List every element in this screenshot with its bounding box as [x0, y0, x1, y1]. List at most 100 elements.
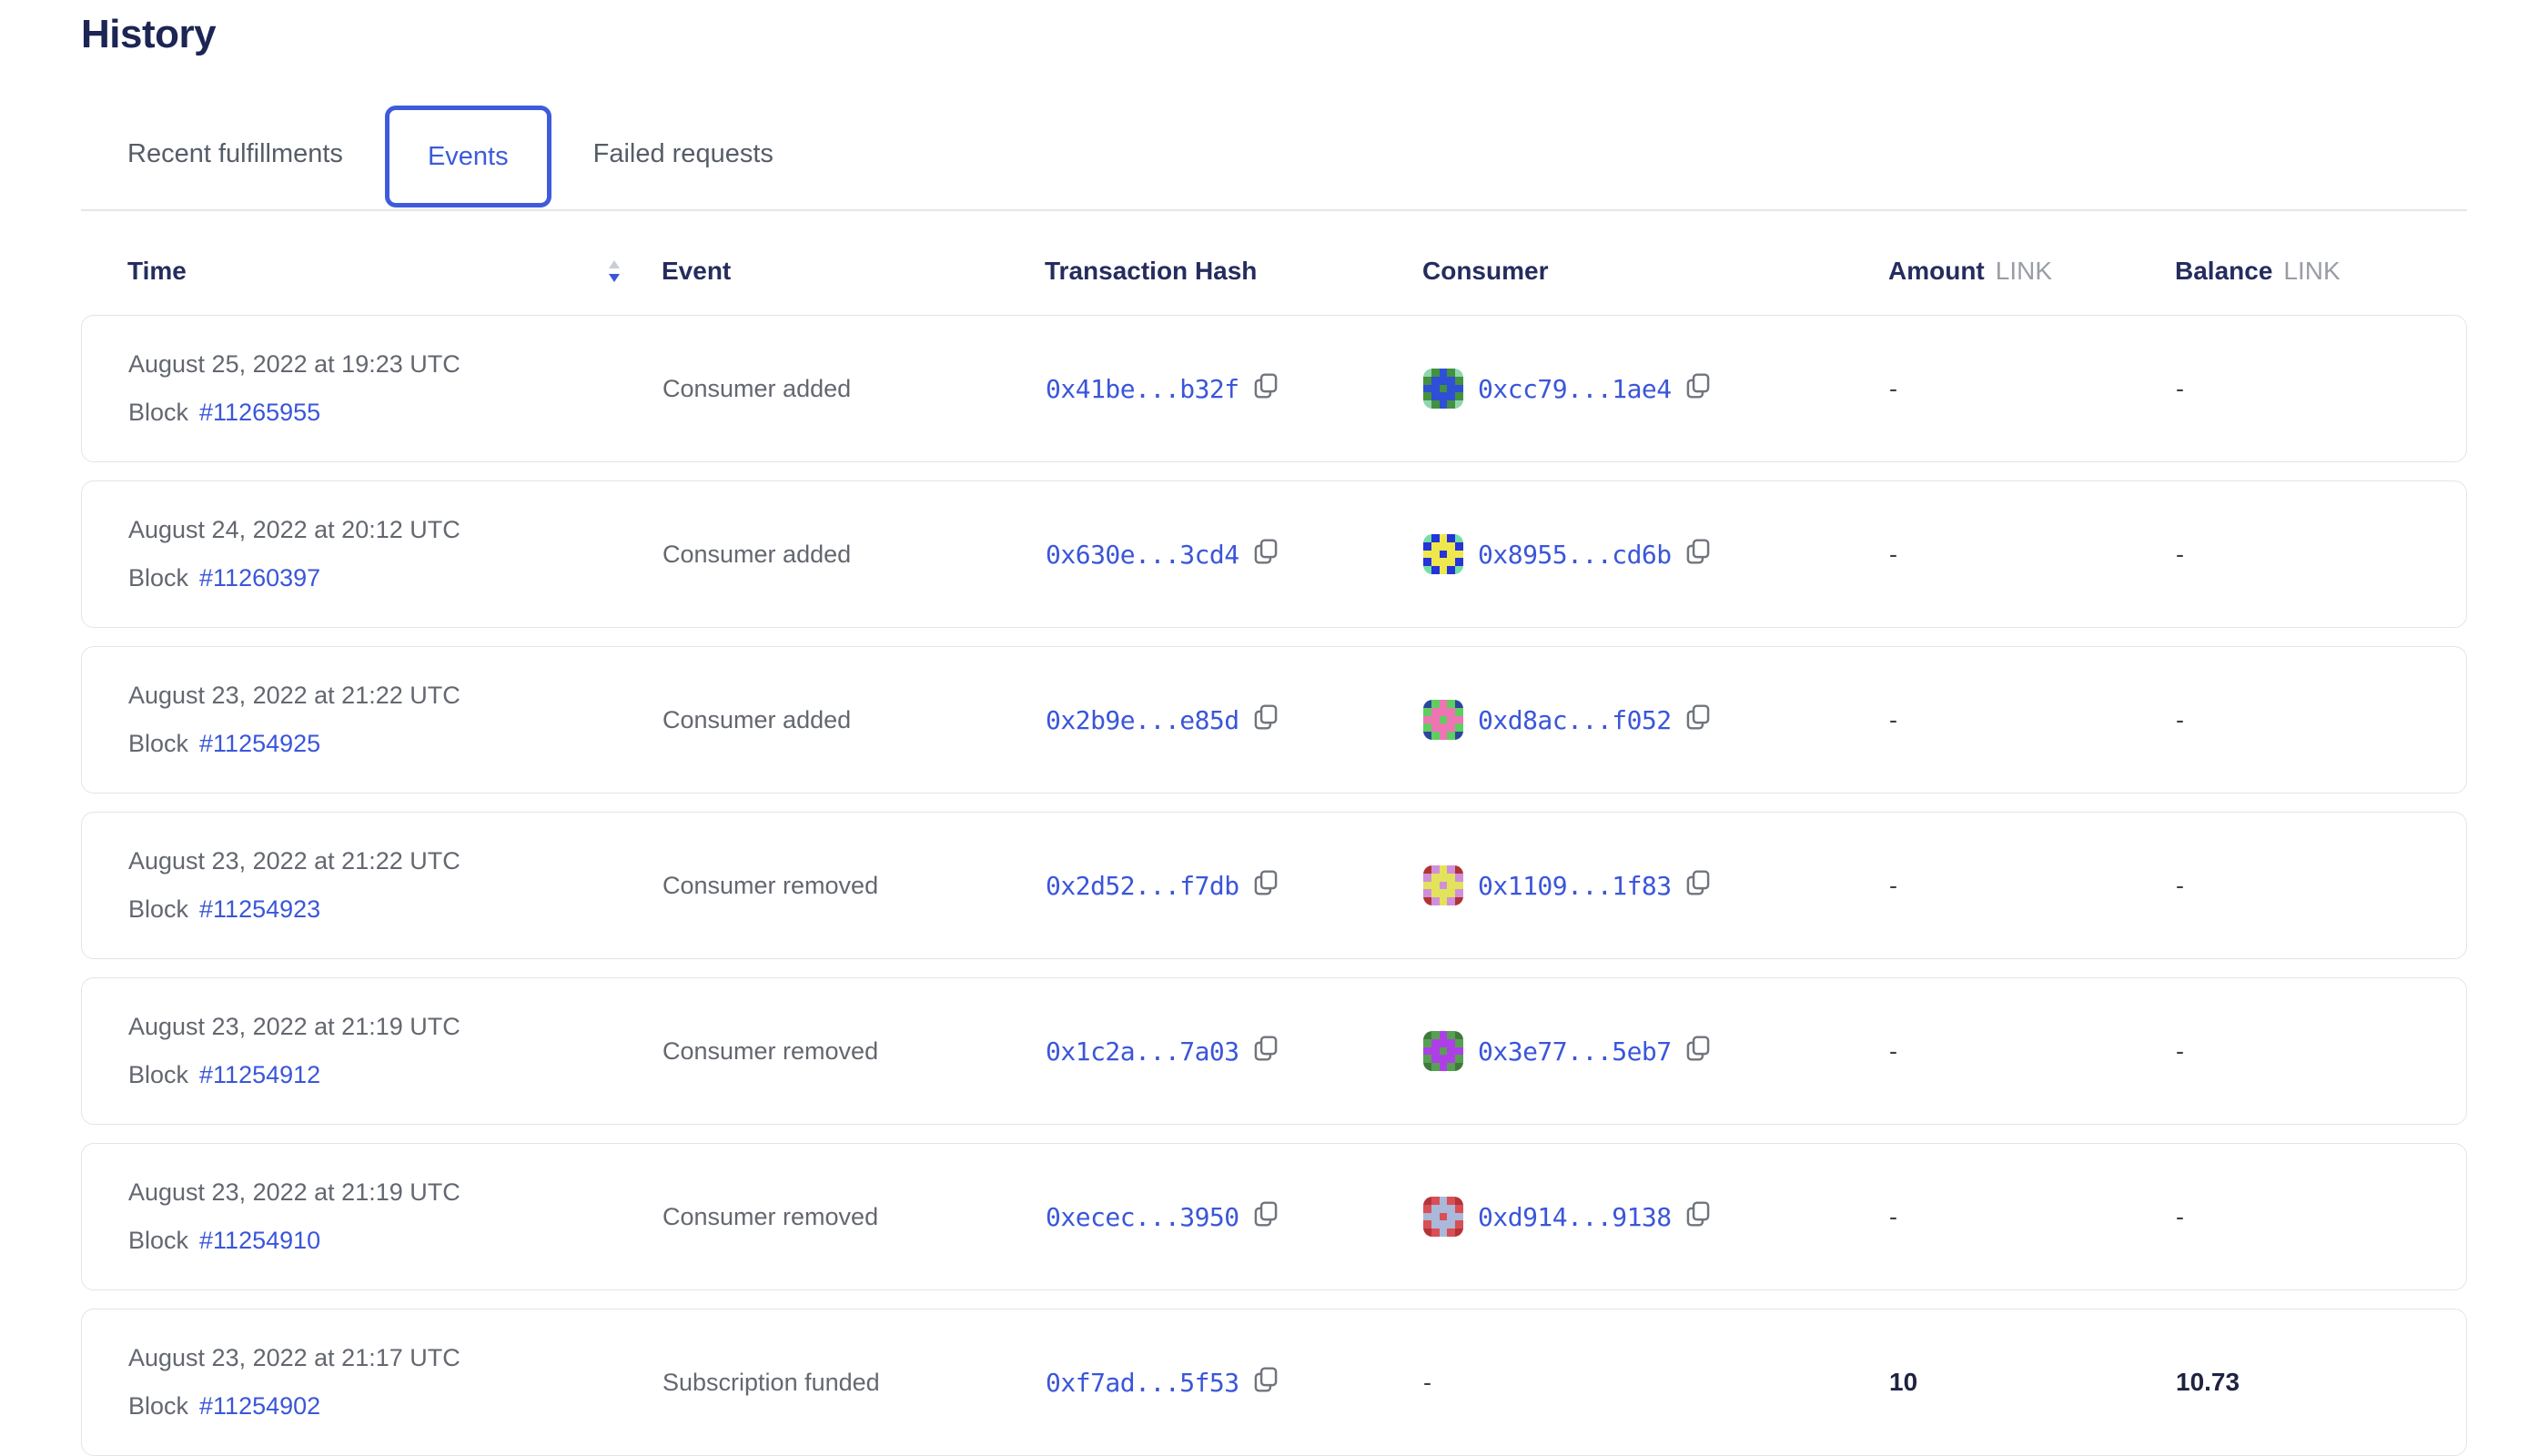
transaction-hash-link[interactable]: 0x630e...3cd4	[1046, 540, 1239, 570]
time-header-label: Time	[127, 257, 187, 286]
time-cell: August 24, 2022 at 20:12 UTC Block #1126…	[128, 516, 662, 592]
event-date: August 23, 2022 at 21:19 UTC	[128, 1178, 460, 1207]
copy-icon[interactable]	[1252, 1034, 1279, 1069]
event-type: Consumer added	[662, 706, 1046, 734]
column-header-event: Event	[662, 257, 1045, 286]
block-line: Block #11254925	[128, 730, 320, 758]
table-header: Time Event Transaction Hash Consumer Amo…	[81, 246, 2467, 297]
copy-icon[interactable]	[1684, 1199, 1712, 1235]
event-date: August 25, 2022 at 19:23 UTC	[128, 350, 460, 379]
copy-icon[interactable]	[1252, 1365, 1279, 1400]
amount-value: -	[1889, 872, 2176, 900]
balance-value: -	[2176, 541, 2468, 569]
event-type: Consumer added	[662, 375, 1046, 403]
event-type: Subscription funded	[662, 1369, 1046, 1397]
transaction-hash-cell: 0x41be...b32f	[1046, 371, 1423, 407]
consumer-address-link[interactable]: 0x8955...cd6b	[1478, 540, 1672, 570]
block-label: Block	[128, 895, 188, 924]
consumer-avatar	[1423, 369, 1463, 409]
consumer-cell: 0x3e77...5eb7	[1423, 1031, 1889, 1071]
consumer-cell: 0xd914...9138	[1423, 1197, 1889, 1237]
column-header-transaction-hash: Transaction Hash	[1045, 257, 1422, 286]
consumer-cell: 0x1109...1f83	[1423, 865, 1889, 905]
block-number-link[interactable]: #11254902	[199, 1392, 320, 1421]
tab-recent-fulfillments[interactable]: Recent fulfillments	[127, 139, 343, 169]
consumer-address-link[interactable]: 0xd8ac...f052	[1478, 705, 1672, 735]
tab-events[interactable]: Events	[385, 106, 551, 207]
balance-value: -	[2176, 872, 2468, 900]
copy-icon[interactable]	[1684, 1034, 1712, 1069]
table-row: August 23, 2022 at 21:22 UTC Block #1125…	[81, 812, 2467, 959]
copy-icon[interactable]	[1684, 371, 1712, 407]
copy-icon[interactable]	[1684, 537, 1712, 572]
transaction-hash-cell: 0xecec...3950	[1046, 1199, 1423, 1235]
table-row: August 25, 2022 at 19:23 UTC Block #1126…	[81, 315, 2467, 462]
balance-value: -	[2176, 375, 2468, 403]
consumer-cell: 0xcc79...1ae4	[1423, 369, 1889, 409]
history-tabs: Recent fulfillments Events Failed reques…	[81, 98, 2467, 211]
event-type: Consumer added	[662, 541, 1046, 569]
tab-failed-requests[interactable]: Failed requests	[593, 139, 774, 169]
block-label: Block	[128, 1392, 188, 1421]
consumer-avatar	[1423, 534, 1463, 574]
amount-header-label: Amount	[1888, 257, 1985, 286]
amount-value: -	[1889, 1203, 2176, 1231]
table-row: August 23, 2022 at 21:17 UTC Block #1125…	[81, 1309, 2467, 1456]
event-date: August 23, 2022 at 21:22 UTC	[128, 682, 460, 710]
event-date: August 23, 2022 at 21:22 UTC	[128, 847, 460, 875]
block-number-link[interactable]: #11260397	[199, 564, 320, 592]
event-date: August 23, 2022 at 21:17 UTC	[128, 1344, 460, 1372]
balance-value: -	[2176, 1037, 2468, 1066]
balance-value: -	[2176, 1203, 2468, 1231]
event-date: August 23, 2022 at 21:19 UTC	[128, 1013, 460, 1041]
copy-icon[interactable]	[1684, 868, 1712, 904]
block-number-link[interactable]: #11254910	[199, 1227, 320, 1255]
block-line: Block #11265955	[128, 399, 320, 427]
transaction-hash-link[interactable]: 0x41be...b32f	[1046, 374, 1239, 404]
sort-arrows-icon[interactable]	[605, 258, 623, 285]
table-row: August 24, 2022 at 20:12 UTC Block #1126…	[81, 480, 2467, 628]
transaction-hash-link[interactable]: 0xf7ad...5f53	[1046, 1368, 1239, 1398]
transaction-hash-link[interactable]: 0xecec...3950	[1046, 1202, 1239, 1232]
copy-icon[interactable]	[1252, 537, 1279, 572]
consumer-address-link[interactable]: 0xcc79...1ae4	[1478, 374, 1672, 404]
consumer-address-link[interactable]: 0xd914...9138	[1478, 1202, 1672, 1232]
block-number-link[interactable]: #11254912	[199, 1061, 320, 1089]
block-label: Block	[128, 1227, 188, 1255]
copy-icon[interactable]	[1252, 371, 1279, 407]
block-line: Block #11254912	[128, 1061, 320, 1089]
block-label: Block	[128, 1061, 188, 1089]
block-number-link[interactable]: #11254923	[199, 895, 320, 924]
transaction-hash-cell: 0x1c2a...7a03	[1046, 1034, 1423, 1069]
consumer-avatar	[1423, 1031, 1463, 1071]
consumer-address-link[interactable]: 0x3e77...5eb7	[1478, 1036, 1672, 1067]
block-number-link[interactable]: #11254925	[199, 730, 320, 758]
time-cell: August 23, 2022 at 21:19 UTC Block #1125…	[128, 1178, 662, 1255]
table-row: August 23, 2022 at 21:22 UTC Block #1125…	[81, 646, 2467, 794]
page-title: History	[81, 11, 2467, 58]
balance-unit-label: LINK	[2283, 257, 2340, 286]
amount-value: -	[1889, 375, 2176, 403]
copy-icon[interactable]	[1252, 868, 1279, 904]
transaction-hash-link[interactable]: 0x1c2a...7a03	[1046, 1036, 1239, 1067]
amount-value: 10	[1889, 1368, 2176, 1397]
balance-header-label: Balance	[2175, 257, 2272, 286]
copy-icon[interactable]	[1252, 1199, 1279, 1235]
block-number-link[interactable]: #11265955	[199, 399, 320, 427]
block-line: Block #11254910	[128, 1227, 320, 1255]
amount-value: -	[1889, 541, 2176, 569]
transaction-hash-cell: 0xf7ad...5f53	[1046, 1365, 1423, 1400]
table-row: August 23, 2022 at 21:19 UTC Block #1125…	[81, 1143, 2467, 1290]
consumer-cell: 0x8955...cd6b	[1423, 534, 1889, 574]
consumer-address-link[interactable]: 0x1109...1f83	[1478, 871, 1672, 901]
transaction-hash-link[interactable]: 0x2d52...f7db	[1046, 871, 1239, 901]
copy-icon[interactable]	[1684, 703, 1712, 738]
column-header-time: Time	[127, 257, 662, 286]
transaction-hash-link[interactable]: 0x2b9e...e85d	[1046, 705, 1239, 735]
event-type: Consumer removed	[662, 872, 1046, 900]
consumer-avatar	[1423, 1197, 1463, 1237]
copy-icon[interactable]	[1252, 703, 1279, 738]
column-header-consumer: Consumer	[1422, 257, 1888, 286]
time-cell: August 23, 2022 at 21:19 UTC Block #1125…	[128, 1013, 662, 1089]
block-line: Block #11260397	[128, 564, 320, 592]
